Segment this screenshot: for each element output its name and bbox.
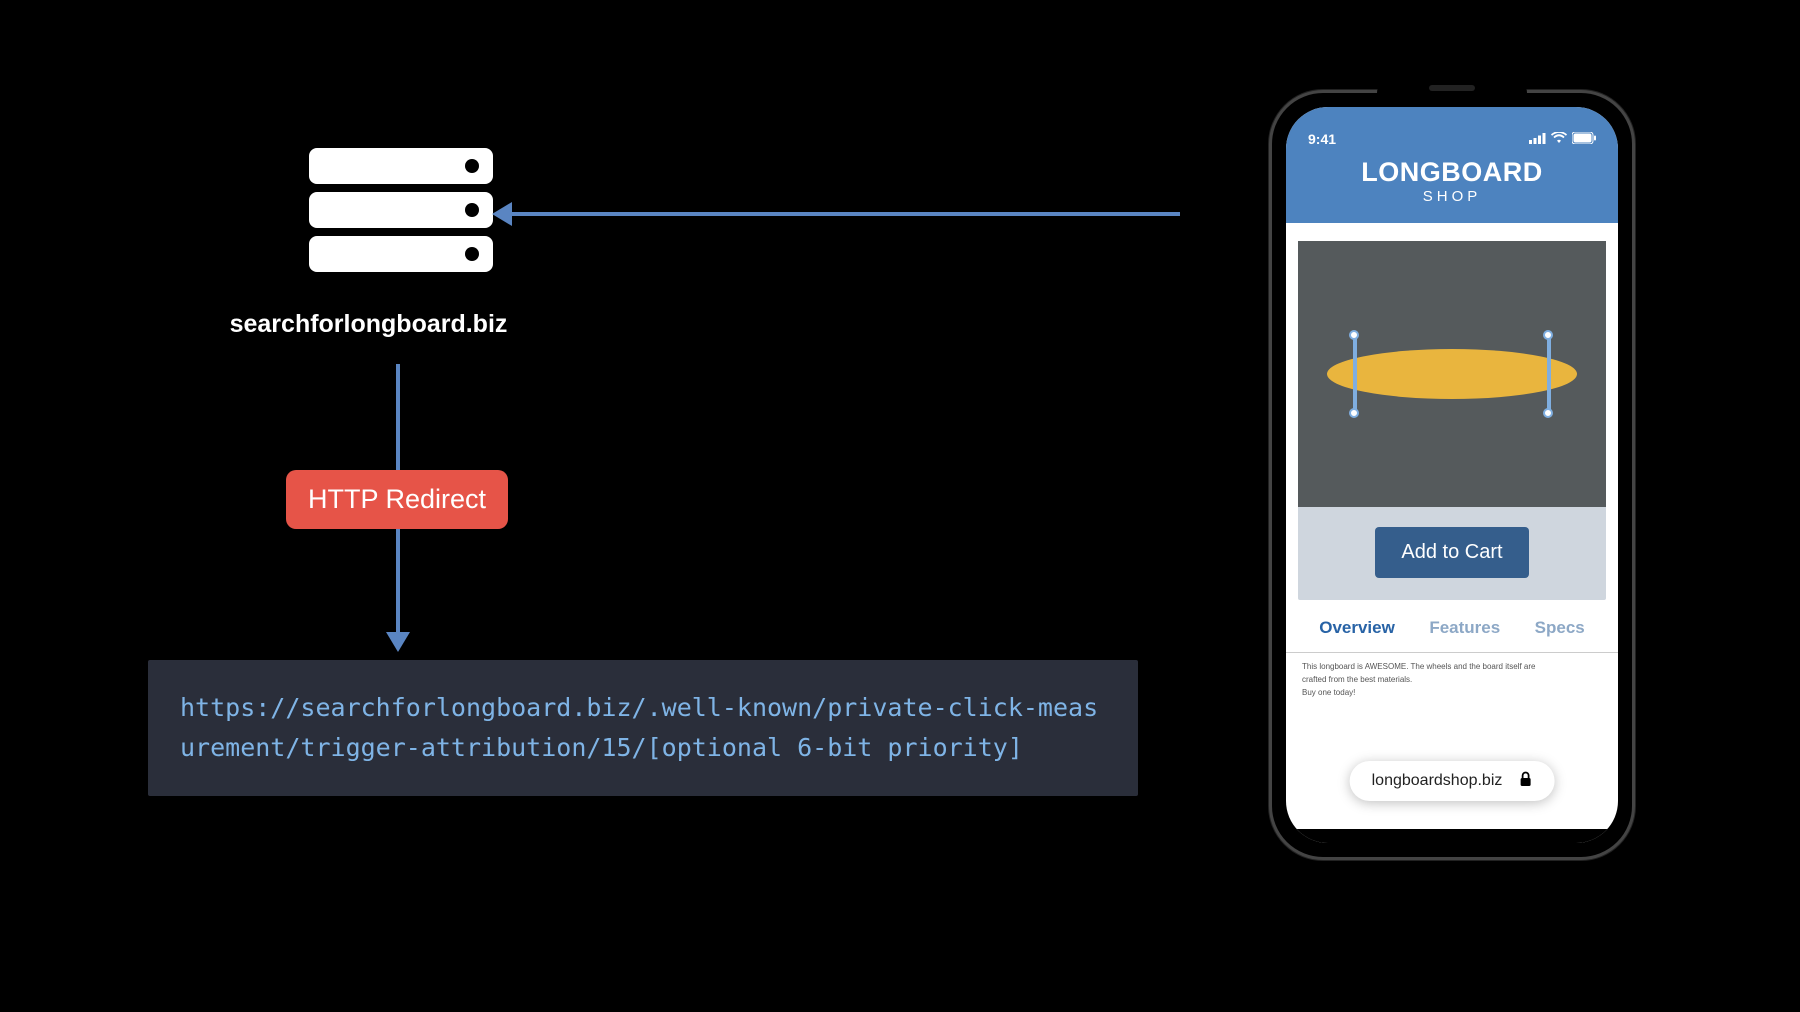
signal-icon xyxy=(1529,131,1546,147)
browser-url-pill[interactable]: longboardshop.biz xyxy=(1350,761,1555,801)
truck-right-icon xyxy=(1547,336,1551,412)
app-title: LONGBOARD xyxy=(1286,157,1618,188)
wifi-icon xyxy=(1551,131,1567,147)
server-row xyxy=(309,148,493,184)
tab-specs[interactable]: Specs xyxy=(1535,618,1585,638)
status-indicators xyxy=(1529,131,1596,147)
tabs-divider xyxy=(1286,652,1618,653)
tab-features[interactable]: Features xyxy=(1429,618,1500,638)
server-icon xyxy=(309,148,493,272)
lock-icon xyxy=(1518,771,1532,791)
tabs: Overview Features Specs xyxy=(1286,600,1618,646)
product-image xyxy=(1298,241,1606,507)
battery-icon xyxy=(1572,131,1596,147)
status-bar: 9:41 xyxy=(1286,107,1618,151)
desc-line: Buy one today! xyxy=(1302,687,1602,700)
arrow-phone-to-server xyxy=(510,212,1180,216)
app-subtitle: SHOP xyxy=(1286,188,1618,205)
add-to-cart-button[interactable]: Add to Cart xyxy=(1375,527,1528,578)
phone-notch xyxy=(1377,79,1527,107)
redirect-url: https://searchforlongboard.biz/.well-kno… xyxy=(148,660,1138,796)
longboard-icon xyxy=(1327,349,1577,399)
truck-left-icon xyxy=(1353,336,1357,412)
phone-frame: 9:41 LONGBOARD SHOP xyxy=(1269,90,1635,860)
product-card: Add to Cart xyxy=(1298,241,1606,600)
desc-line: crafted from the best materials. xyxy=(1302,674,1602,687)
server-block: searchforlongboard.biz xyxy=(306,148,496,339)
app-header: LONGBOARD SHOP xyxy=(1286,151,1618,223)
server-row xyxy=(309,236,493,272)
screen-bottom-mask xyxy=(1286,829,1618,843)
url-text: longboardshop.biz xyxy=(1372,772,1503,790)
phone-screen: 9:41 LONGBOARD SHOP xyxy=(1286,107,1618,843)
status-time: 9:41 xyxy=(1308,131,1336,147)
product-description: This longboard is AWESOME. The wheels an… xyxy=(1286,661,1618,699)
server-row xyxy=(309,192,493,228)
tab-overview[interactable]: Overview xyxy=(1319,618,1395,638)
desc-line: This longboard is AWESOME. The wheels an… xyxy=(1302,661,1602,674)
http-redirect-badge: HTTP Redirect xyxy=(286,470,508,529)
server-label: searchforlongboard.biz xyxy=(209,310,529,339)
